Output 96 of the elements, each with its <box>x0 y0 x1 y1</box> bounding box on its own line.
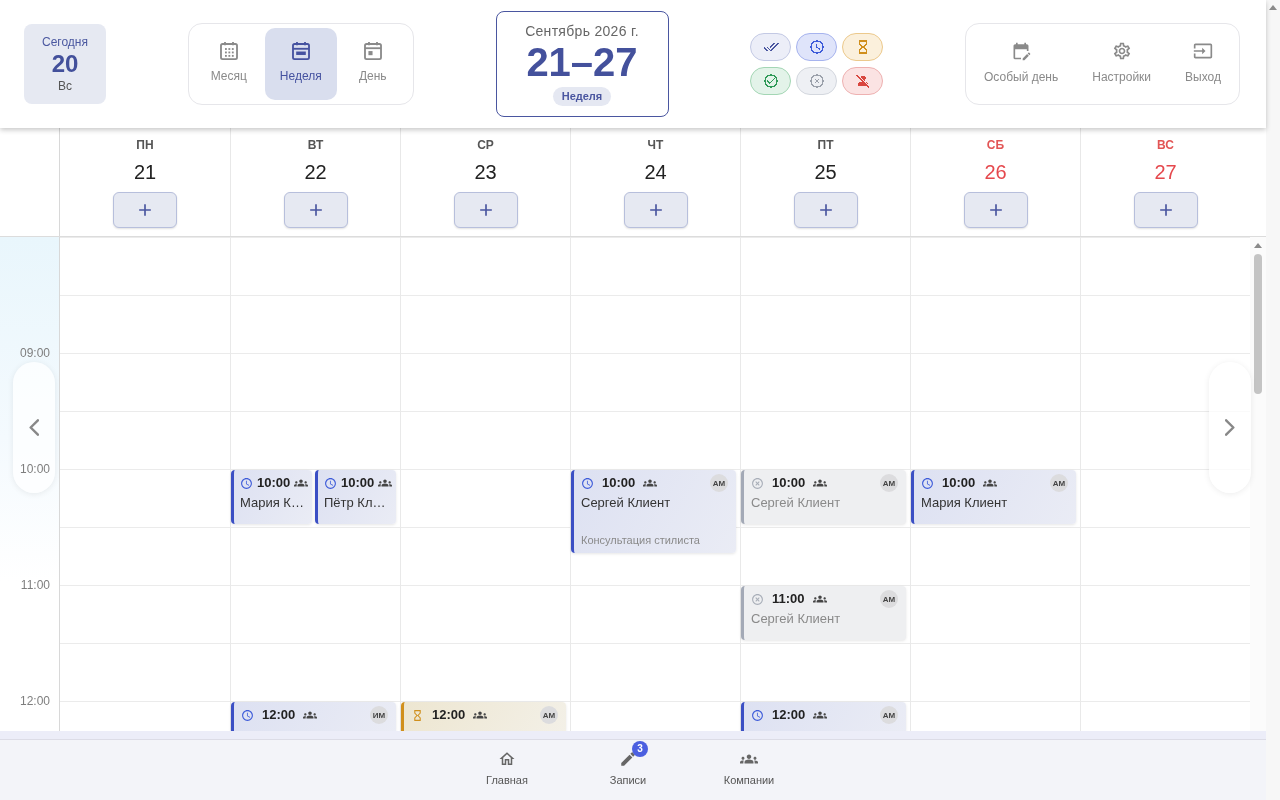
clock-icon <box>581 476 594 490</box>
appointment-time: 12:00 <box>262 707 296 723</box>
initials-avatar: АМ <box>540 706 558 724</box>
initials-avatar: АМ <box>1050 474 1068 492</box>
weekday-label: ПН <box>136 138 154 152</box>
action-button[interactable]: Настройки <box>1092 40 1152 88</box>
weekday-label: ЧТ <box>647 138 664 152</box>
initials-avatar: АМ <box>880 474 898 492</box>
clock-icon <box>324 476 337 490</box>
clock-icon <box>751 708 764 722</box>
view-badge: Неделя <box>552 86 612 106</box>
calendar-icon <box>291 40 310 60</box>
calendar-edit-icon <box>1011 40 1032 61</box>
appointment-time: 12:00 <box>432 707 466 723</box>
action-button[interactable]: Выход <box>1185 40 1221 88</box>
nav-item[interactable]: Компании <box>699 740 799 787</box>
home-icon <box>498 750 516 768</box>
time-label: 10:00 <box>18 462 51 476</box>
appointment-time: 10:00 <box>602 475 636 491</box>
nav-item[interactable]: 3 Записи <box>578 740 678 787</box>
clock-icon <box>921 476 934 490</box>
appointment-time: 10:00 <box>772 475 806 491</box>
appointment-time: 11:00 <box>772 591 805 607</box>
client-name: Мария К… <box>240 495 304 511</box>
chevron-left-icon <box>29 419 39 436</box>
add-button[interactable] <box>283 192 348 228</box>
hourglass-icon <box>411 708 424 722</box>
initials-avatar: ИМ <box>370 706 388 724</box>
month-label: Сентябрь 2026 г. <box>525 22 639 40</box>
appointment-card[interactable]: 11:00 АМ Сергей Клиент <box>741 586 906 640</box>
time-label: 12:00 <box>18 694 51 708</box>
date-number: 27 <box>1154 160 1177 184</box>
clock-icon <box>241 708 254 722</box>
date-number: 23 <box>474 160 497 184</box>
count-badge: 3 <box>632 741 648 757</box>
appointment-card[interactable]: 10:00 АМ Мария Клиент <box>911 470 1076 524</box>
date-number: 22 <box>304 160 327 184</box>
appointment-card[interactable]: 10:00 АМ Сергей Клиент <box>741 470 906 524</box>
date-number: 21 <box>133 160 157 184</box>
date-number: 24 <box>644 160 667 184</box>
previous-button[interactable] <box>13 362 55 493</box>
initials-avatar: АМ <box>710 474 728 492</box>
scrollbar-thumb[interactable] <box>1254 254 1262 394</box>
status-filter-button[interactable] <box>842 33 884 61</box>
pencil-icon <box>619 750 637 768</box>
settings-icon <box>1111 40 1132 61</box>
weekday-label: ВС <box>1157 138 1174 152</box>
date-number: 25 <box>814 160 837 184</box>
today-button[interactable]: Сегодня 20 Вс <box>24 24 106 104</box>
add-button[interactable] <box>453 192 518 228</box>
client-name: Сергей Клиент <box>751 495 841 511</box>
status-filter-button[interactable] <box>750 67 792 95</box>
view-tab[interactable]: Месяц <box>192 28 265 100</box>
appointment-card[interactable]: 12:00 АМ <box>401 702 566 731</box>
initials-avatar: АМ <box>880 590 898 608</box>
weekday-label: ПТ <box>817 138 834 152</box>
appointment-time: 10:00 <box>942 475 976 491</box>
service-name: Консультация стилиста <box>581 534 700 547</box>
appointment-time: 12:00 <box>772 707 806 723</box>
appointment-card[interactable]: 12:00 АМ <box>741 702 906 731</box>
add-button[interactable] <box>793 192 858 228</box>
add-button[interactable] <box>963 192 1028 228</box>
status-filter-button[interactable] <box>842 67 884 95</box>
client-name: Пётр Кл… <box>324 495 386 511</box>
chevron-right-icon <box>1225 419 1235 436</box>
add-button[interactable] <box>113 192 177 228</box>
nav-item[interactable]: Главная <box>457 740 557 787</box>
scroll-up-icon[interactable] <box>1269 5 1277 10</box>
appointment-card[interactable]: 10:00 АМ Сергей Клиент Консультация стилиста <box>571 470 736 553</box>
appointment-card[interactable]: 10:00 Пётр Кл… <box>315 470 396 524</box>
view-tab[interactable]: День <box>336 28 409 100</box>
status-filter-button[interactable] <box>796 33 838 61</box>
calendar-icon <box>219 40 238 60</box>
weekday-label: СБ <box>986 138 1005 152</box>
appointment-card[interactable]: 10:00 Мария К… <box>231 470 312 524</box>
clock-icon <box>240 476 253 490</box>
status-filter-button[interactable] <box>750 33 792 61</box>
client-name: Мария Клиент <box>921 495 1008 511</box>
calendar-icon <box>363 40 382 60</box>
date-range: 21–27 <box>526 39 638 84</box>
initials-avatar: АМ <box>880 706 898 724</box>
add-button[interactable] <box>623 192 688 228</box>
add-button[interactable] <box>1133 192 1198 228</box>
weekday-label: ВТ <box>307 138 324 152</box>
client-name: Сергей Клиент <box>581 495 671 511</box>
time-label: 11:00 <box>19 578 51 592</box>
appointment-card[interactable]: 12:00 ИМ <box>231 702 396 731</box>
date-number: 26 <box>984 160 1007 184</box>
view-tab[interactable]: Неделя <box>264 28 337 100</box>
appointment-time: 10:00 <box>257 475 291 491</box>
appointment-time: 10:00 <box>341 475 375 491</box>
time-label: 09:00 <box>18 346 51 360</box>
scroll-up-icon[interactable] <box>1254 243 1262 248</box>
client-name: Сергей Клиент <box>751 611 841 627</box>
action-button[interactable]: Особый день <box>984 40 1059 88</box>
weekday-label: СР <box>477 138 494 152</box>
